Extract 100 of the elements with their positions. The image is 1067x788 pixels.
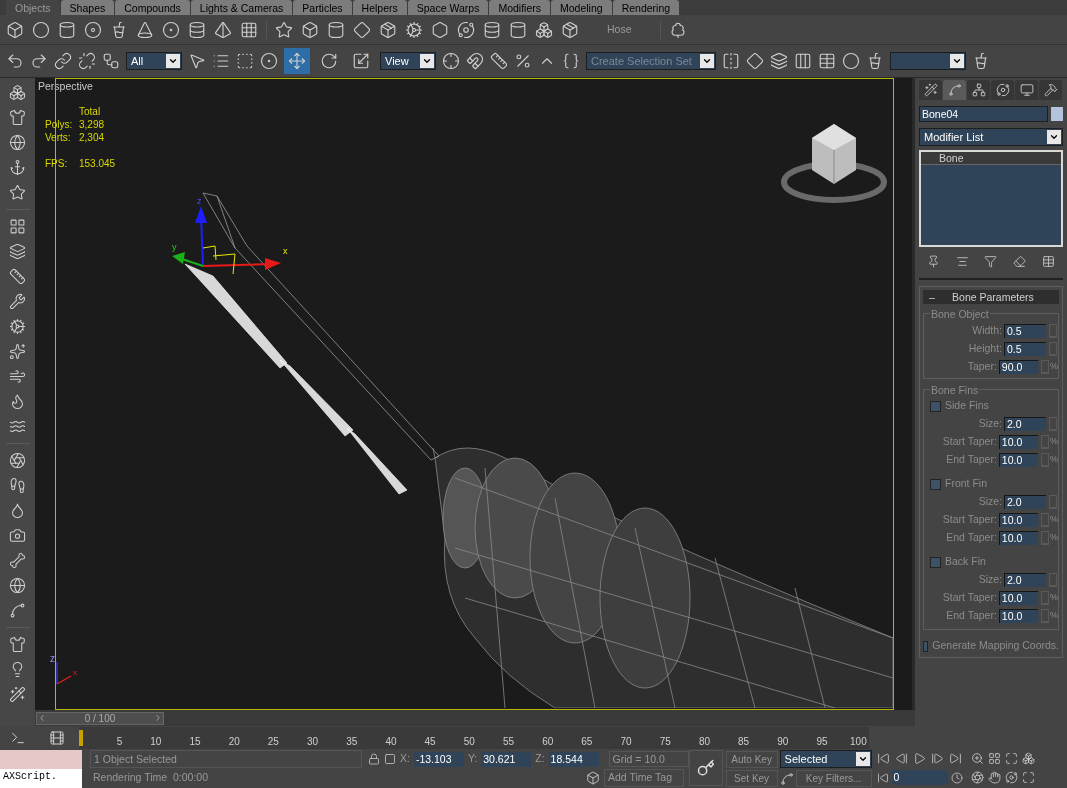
play-icon[interactable] [912,752,926,765]
listener-input[interactable]: AXScript. [0,769,82,788]
cylinder-icon[interactable] [327,20,345,39]
cylinder-icon[interactable] [58,20,76,39]
lock-icon[interactable] [368,753,380,765]
sparkle-icon[interactable] [9,343,26,360]
object-name-field[interactable]: Bone04 [919,106,1048,122]
star-icon[interactable] [275,20,293,39]
dropdown[interactable]: All [126,52,182,70]
select-icon[interactable] [188,52,206,70]
checkbox[interactable] [930,478,941,490]
step-forward-icon[interactable] [930,752,944,765]
wind-icon[interactable] [9,368,26,385]
auto-key-button[interactable]: Auto Key [725,750,778,768]
track-bar[interactable]: 5 10 15 20 25 30 35 40 45 50 55 60 65 70 75 80 85 90 95 100 [79,727,869,749]
funnel-icon[interactable] [984,254,998,268]
shirt-icon[interactable] [9,636,26,653]
anchor-icon[interactable] [9,159,26,176]
set-key-button[interactable]: Set Key [725,770,778,787]
dropdown[interactable]: View [380,52,436,70]
blocks-icon[interactable] [535,20,553,39]
ribbon-tab[interactable]: Objects [6,0,60,15]
shirt-icon[interactable] [9,109,26,126]
skip-back-icon[interactable] [876,752,890,765]
key-button[interactable] [688,750,723,786]
bind-icon[interactable] [102,52,120,70]
input-field[interactable]: 2.0 [1004,573,1046,587]
panel-tab[interactable] [1015,80,1038,100]
coord-field[interactable]: 18.544 [548,751,599,767]
checkbox[interactable] [930,556,941,568]
skip-forward-icon[interactable] [948,752,962,765]
input-field[interactable]: 10.0 [998,513,1039,527]
collapse-toggle[interactable]: – [923,290,941,304]
panel-tab[interactable] [943,80,966,100]
plane-icon[interactable] [240,20,258,39]
key-filters-button[interactable]: Key Filters... [795,770,872,787]
globe-icon[interactable] [9,577,26,594]
input-field[interactable]: 2.0 [1004,495,1046,509]
blocks-icon[interactable] [9,84,26,101]
magnet-icon[interactable] [466,52,484,70]
list-icon[interactable] [212,52,230,70]
unlink-icon[interactable] [78,52,96,70]
link-icon[interactable] [54,52,72,70]
filmstrip-icon[interactable] [49,730,65,746]
box-icon[interactable] [561,20,579,39]
panel-tab[interactable] [1039,80,1062,100]
time-marker[interactable] [79,730,83,746]
clock-icon[interactable] [950,771,963,784]
pin-icon[interactable] [926,254,940,268]
input-field[interactable]: 90.0 [998,360,1039,374]
dropdown[interactable] [890,52,966,70]
gear-icon[interactable] [405,20,423,39]
waves-icon[interactable] [9,418,26,435]
panel-tab[interactable] [967,80,990,100]
input-field[interactable]: 0.5 [1004,342,1046,356]
pyramid-icon[interactable] [214,20,232,39]
undo-icon[interactable] [6,52,24,70]
stack-item[interactable]: Bone [921,152,1061,165]
toolbar-label[interactable]: Hose [607,21,632,38]
mirror-icon[interactable] [722,52,740,70]
input-field[interactable]: 10.0 [998,531,1039,545]
ribbon-tab[interactable]: Particles [293,0,352,15]
input-field[interactable]: 10.0 [998,609,1039,623]
add-time-tag[interactable]: Add Time Tag [604,769,684,787]
frame-field[interactable]: 0 [891,770,948,785]
eraser-icon[interactable] [1013,254,1027,268]
maximize-icon[interactable] [1021,771,1035,784]
braces-icon[interactable] [562,52,580,70]
layers-icon[interactable] [770,52,788,70]
box-icon[interactable] [6,20,24,39]
wrench-icon[interactable] [9,293,26,310]
grid-icon[interactable] [9,218,26,235]
cube-icon[interactable] [586,771,600,785]
input-field[interactable]: 10.0 [998,453,1039,467]
tree-icon[interactable] [668,20,687,39]
bone-icon[interactable] [9,552,26,569]
hexagon-icon[interactable] [431,20,449,39]
rollout-header[interactable]: – Bone Parameters [923,290,1059,304]
input-field[interactable]: 10.0 [998,591,1039,605]
ribbon-tab[interactable]: Helpers [352,0,407,15]
checkbox[interactable] [923,640,929,652]
ribbon-tab[interactable]: Space Warps [407,0,489,15]
dropdown[interactable]: Selected [779,750,872,768]
input-field[interactable]: 10.0 [998,435,1039,449]
step-back-icon[interactable] [894,752,908,765]
flame-icon[interactable] [9,393,26,410]
panel-tab[interactable] [919,80,942,100]
input-field[interactable]: 0.5 [1004,324,1046,338]
redo-icon[interactable] [30,52,48,70]
zoom-icon[interactable] [970,752,984,765]
drop-icon[interactable] [9,502,26,519]
curve-icon[interactable] [779,771,794,786]
ribbon-tab[interactable]: Modeling [551,0,612,15]
dropdown[interactable]: Modifier List [919,128,1063,146]
footprints-icon[interactable] [9,477,26,494]
table-icon[interactable] [794,52,812,70]
sphere-icon[interactable] [32,20,50,39]
spline-icon[interactable] [9,602,26,619]
pan-icon[interactable] [987,771,1001,784]
cylinder-icon[interactable] [483,20,501,39]
